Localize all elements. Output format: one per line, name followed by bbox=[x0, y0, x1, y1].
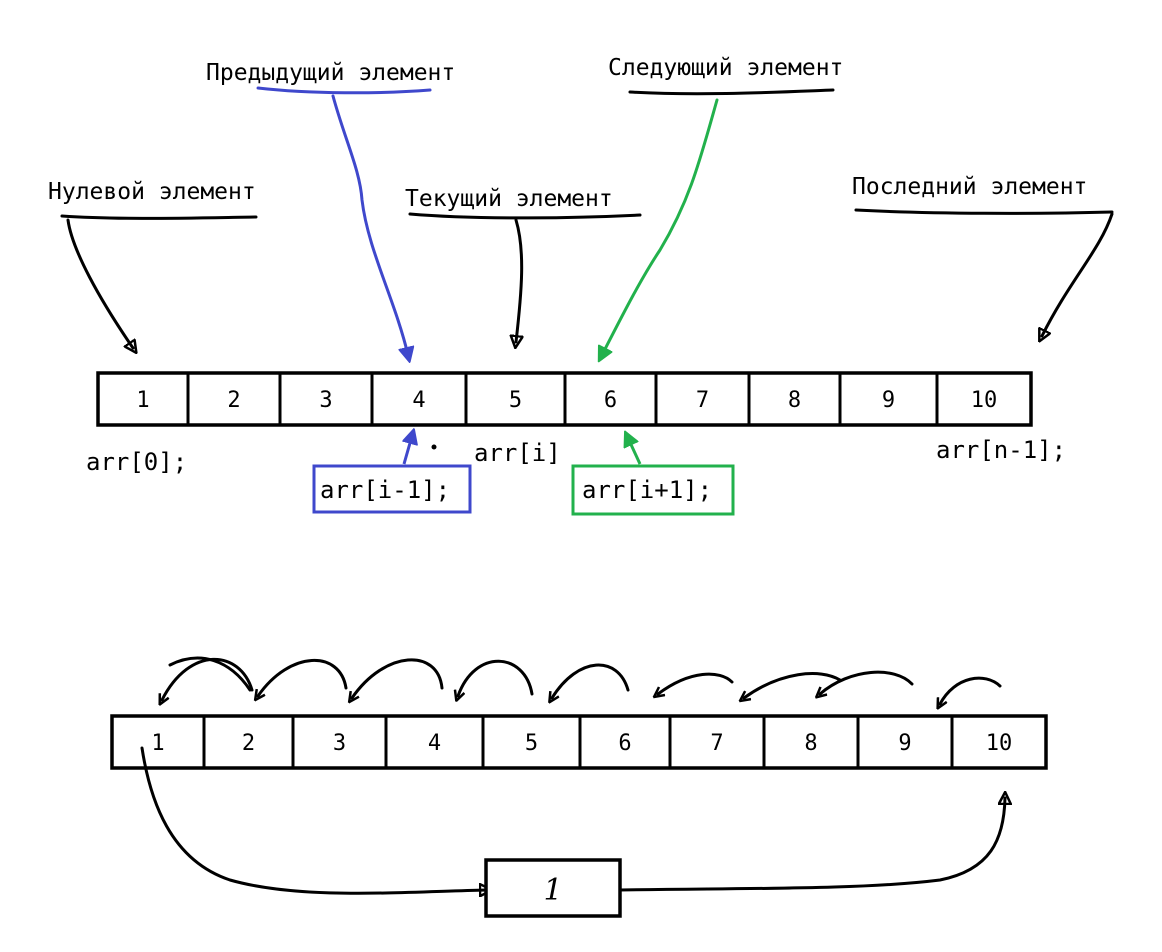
top-cell-5: 5 bbox=[509, 388, 522, 413]
next-index-code: arr[i+1]; bbox=[582, 476, 712, 504]
top-cell-9: 9 bbox=[882, 388, 895, 413]
zero-element-arrow bbox=[66, 218, 133, 348]
top-array: 1 2 3 4 5 6 7 8 9 10 bbox=[96, 371, 1033, 427]
bottom-cell-10: 10 bbox=[986, 731, 1013, 756]
bottom-cell-2: 2 bbox=[242, 731, 255, 756]
top-cell-1: 1 bbox=[136, 388, 149, 413]
top-cell-7: 7 bbox=[696, 388, 709, 413]
next-index-arrow bbox=[628, 438, 642, 465]
bottom-cell-9: 9 bbox=[898, 731, 911, 756]
current-label-underline bbox=[408, 212, 642, 220]
bottom-cell-8: 8 bbox=[804, 731, 817, 756]
shift-arrow bbox=[162, 657, 254, 700]
bottom-cell-4: 4 bbox=[428, 731, 441, 756]
shift-arrow bbox=[744, 672, 842, 698]
next-label-underline bbox=[628, 88, 835, 96]
shift-arrow bbox=[552, 663, 630, 698]
top-cell-4: 4 bbox=[412, 388, 425, 413]
to-temp-arrow bbox=[140, 746, 486, 893]
current-element-arrow bbox=[516, 218, 522, 342]
bottom-cell-1: 1 bbox=[151, 731, 164, 756]
shift-arrow bbox=[258, 658, 348, 696]
previous-index-code: arr[i-1]; bbox=[320, 476, 450, 504]
shift-arrows bbox=[162, 656, 1002, 704]
previous-label-underline bbox=[256, 86, 432, 95]
top-cell-3: 3 bbox=[319, 388, 332, 413]
from-temp-arrow bbox=[618, 798, 1005, 892]
top-cell-2: 2 bbox=[227, 388, 240, 413]
last-element-label: Последний элемент bbox=[852, 174, 1087, 200]
first-index-code: arr[0]; bbox=[86, 448, 187, 476]
bottom-cell-5: 5 bbox=[525, 731, 538, 756]
top-cell-10: 10 bbox=[971, 388, 998, 413]
last-label-underline bbox=[854, 208, 1114, 215]
temp-value: 1 bbox=[543, 873, 562, 908]
next-element-label: Следующий элемент bbox=[608, 55, 843, 81]
shift-arrow bbox=[940, 676, 1002, 704]
bottom-cell-3: 3 bbox=[333, 731, 346, 756]
last-element-arrow bbox=[1042, 212, 1114, 336]
top-cell-8: 8 bbox=[788, 388, 801, 413]
top-cell-6: 6 bbox=[604, 388, 617, 413]
previous-element-label: Предыдущий элемент bbox=[206, 60, 455, 86]
array-diagram: Нулевой элемент Предыдущий элемент Текущ… bbox=[48, 55, 1114, 918]
previous-element-arrow bbox=[331, 94, 408, 355]
shift-arrow bbox=[658, 672, 734, 694]
current-element-label: Текущий элемент bbox=[405, 186, 613, 212]
shift-arrow bbox=[352, 658, 444, 698]
current-index-code: arr[i] bbox=[474, 439, 561, 467]
next-element-arrow bbox=[602, 98, 719, 355]
last-index-code: arr[n-1]; bbox=[936, 436, 1066, 464]
stray-dot bbox=[431, 444, 437, 450]
bottom-array: 1 2 3 4 5 6 7 8 9 10 bbox=[110, 714, 1048, 770]
shift-arrow bbox=[458, 659, 534, 696]
bottom-cell-7: 7 bbox=[710, 731, 723, 756]
bottom-cell-6: 6 bbox=[618, 731, 631, 756]
zero-element-label: Нулевой элемент bbox=[48, 179, 256, 205]
zero-label-underline bbox=[60, 214, 258, 220]
previous-index-arrow bbox=[404, 436, 412, 465]
